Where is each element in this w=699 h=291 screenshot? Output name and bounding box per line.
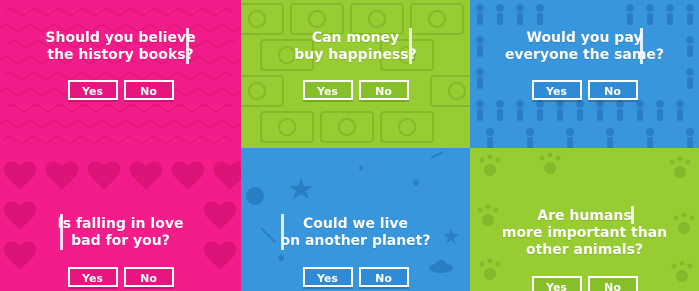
question-text: Could we live on another planet? (241, 216, 470, 250)
question-card-planet: Could we live on another planet? Yes No (241, 148, 470, 291)
yes-button[interactable]: Yes (67, 80, 118, 100)
question-card-animals: Are humans more important than other ani… (470, 148, 699, 291)
question-card-history: Should you believe the history books? Ye… (0, 0, 241, 148)
no-button[interactable]: No (587, 276, 638, 291)
question-text: Should you believe the history books? (0, 30, 241, 64)
question-card-pay: Would you pay everyone the same? Yes No (470, 0, 699, 148)
question-card-love: Is falling in love bad for you? Yes No (0, 148, 241, 291)
no-button[interactable]: No (587, 80, 638, 100)
question-line: Can money (311, 30, 400, 46)
question-bracket (640, 28, 643, 64)
yes-button[interactable]: Yes (302, 80, 353, 100)
question-text: Is falling in love bad for you? (0, 216, 241, 250)
question-line: the history books? (47, 47, 194, 63)
answer-buttons: Yes No (241, 80, 470, 100)
no-button[interactable]: No (358, 267, 409, 287)
question-bracket (409, 28, 412, 64)
no-button[interactable]: No (123, 80, 174, 100)
handwriting-pattern-icon (0, 8, 241, 144)
yes-button[interactable]: Yes (531, 276, 582, 291)
question-line: everyone the same? (504, 47, 665, 63)
question-bracket (186, 28, 189, 64)
question-text: Are humans more important than other ani… (470, 208, 699, 259)
question-text: Would you pay everyone the same? (470, 30, 699, 64)
question-line: bad for you? (71, 233, 170, 249)
question-line: Are humans (537, 208, 632, 224)
yes-button[interactable]: Yes (67, 267, 118, 287)
question-bracket (281, 214, 284, 250)
banknote-pattern-icon (241, 3, 470, 143)
yes-button[interactable]: Yes (531, 80, 582, 100)
question-text: Can money buy happiness? (241, 30, 470, 64)
answer-buttons: Yes No (470, 80, 699, 100)
question-line: buy happiness? (294, 47, 417, 63)
question-bracket (60, 214, 63, 250)
question-line: on another planet? (280, 233, 431, 249)
question-line: Should you believe (45, 30, 196, 46)
answer-buttons: Yes No (470, 276, 699, 291)
answer-buttons: Yes No (0, 80, 241, 100)
question-bracket (631, 206, 634, 224)
question-grid: Should you believe the history books? Ye… (0, 0, 699, 291)
question-line: Is falling in love (57, 216, 184, 232)
answer-buttons: Yes No (241, 267, 470, 287)
question-line: Could we live (302, 216, 409, 232)
question-line: Would you pay (526, 30, 643, 46)
question-card-money: Can money buy happiness? Yes No (241, 0, 470, 148)
yes-button[interactable]: Yes (302, 267, 353, 287)
question-line: more important than (501, 225, 668, 241)
people-pattern-icon (476, 4, 694, 148)
answer-buttons: Yes No (0, 267, 241, 287)
no-button[interactable]: No (358, 80, 409, 100)
no-button[interactable]: No (123, 267, 174, 287)
question-line: other animals? (525, 242, 644, 258)
